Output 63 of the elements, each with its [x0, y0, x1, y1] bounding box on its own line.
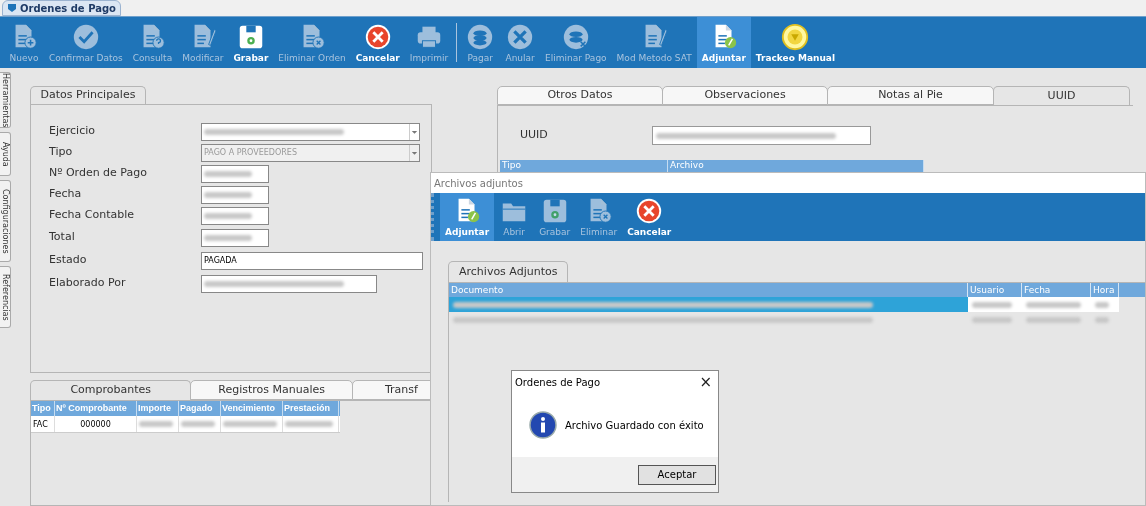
redacted-text — [1026, 301, 1081, 308]
dropdown[interactable]: PAGO A PROVEEDORES — [201, 143, 420, 162]
side-tab[interactable]: Configuraciones — [0, 180, 11, 262]
uuid-field[interactable] — [652, 126, 871, 145]
tab[interactable]: Otros Datos — [497, 86, 663, 105]
app-icon — [7, 3, 17, 13]
redacted-text — [139, 421, 173, 427]
redacted-text — [204, 234, 252, 241]
tab[interactable]: Registros Manuales — [190, 380, 353, 400]
text-field[interactable] — [201, 274, 377, 293]
text-field[interactable]: PAGADA — [201, 251, 423, 270]
redacted-text — [223, 421, 277, 427]
side-tab[interactable]: Herramientas — [0, 72, 11, 128]
window-tab[interactable]: Ordenes de Pago — [2, 0, 121, 16]
text-field[interactable] — [201, 185, 269, 204]
table-cell: FAC — [31, 416, 55, 432]
text-field[interactable] — [201, 164, 269, 183]
tab[interactable]: Archivos Adjuntos — [448, 261, 569, 282]
tab[interactable]: Datos Principales — [30, 86, 146, 104]
tab[interactable]: Notas al Pie — [827, 86, 994, 105]
dropdown[interactable] — [201, 122, 420, 141]
redacted-text — [972, 316, 1012, 323]
field-label: Estado — [49, 252, 88, 269]
close-button[interactable]: × — [696, 374, 715, 390]
toolbar-button[interactable]: Cancelar — [350, 17, 405, 68]
redacted-text — [1095, 301, 1109, 308]
redacted-text — [285, 421, 333, 427]
dropdown-arrow-icon — [409, 144, 419, 161]
field-label: Ejercicio — [49, 123, 96, 140]
coin-icon — [780, 21, 811, 52]
message-text: Archivo Guardado con éxito — [565, 418, 704, 433]
dialog-title: Archivos adjuntos — [434, 176, 523, 191]
tab[interactable]: Observaciones — [662, 86, 828, 105]
field-label: Nº Orden de Pago — [49, 165, 148, 182]
redacted-text — [1026, 316, 1081, 323]
redacted-text — [204, 170, 252, 177]
toolbar-button[interactable]: Trackeo Manual — [750, 17, 840, 68]
text-field[interactable] — [201, 206, 269, 225]
info-icon — [529, 411, 557, 439]
side-tab[interactable]: Ayuda — [0, 132, 11, 176]
accept-button[interactable]: Aceptar — [638, 464, 716, 485]
field-label: Fecha Contable — [49, 207, 135, 224]
redacted-text — [181, 421, 215, 427]
toolbar-button[interactable]: Adjuntar — [696, 17, 751, 68]
table-cell: 000000 — [55, 416, 137, 432]
field-label: Elaborado Por — [49, 275, 127, 292]
text-field[interactable] — [201, 228, 269, 247]
redacted-text — [972, 301, 1012, 308]
redacted-text — [1095, 316, 1109, 323]
redacted-text — [204, 191, 252, 198]
field-label: Tipo — [49, 144, 74, 161]
field-label: Total — [49, 229, 76, 246]
side-tab[interactable]: Referencias — [0, 266, 11, 328]
tab[interactable]: Comprobantes — [30, 380, 192, 400]
tab[interactable]: UUID — [993, 86, 1130, 105]
field-label: Fecha — [49, 186, 83, 203]
toolbar-button[interactable]: Grabar — [228, 17, 274, 68]
toolbar-button[interactable]: Cancelar — [622, 193, 677, 241]
field-label: UUID — [520, 127, 549, 144]
toolbar-button[interactable]: Adjuntar — [440, 193, 495, 241]
dropdown-arrow-icon — [409, 123, 419, 140]
dialog-title: Ordenes de Pago — [515, 375, 601, 390]
redacted-text — [204, 212, 252, 219]
